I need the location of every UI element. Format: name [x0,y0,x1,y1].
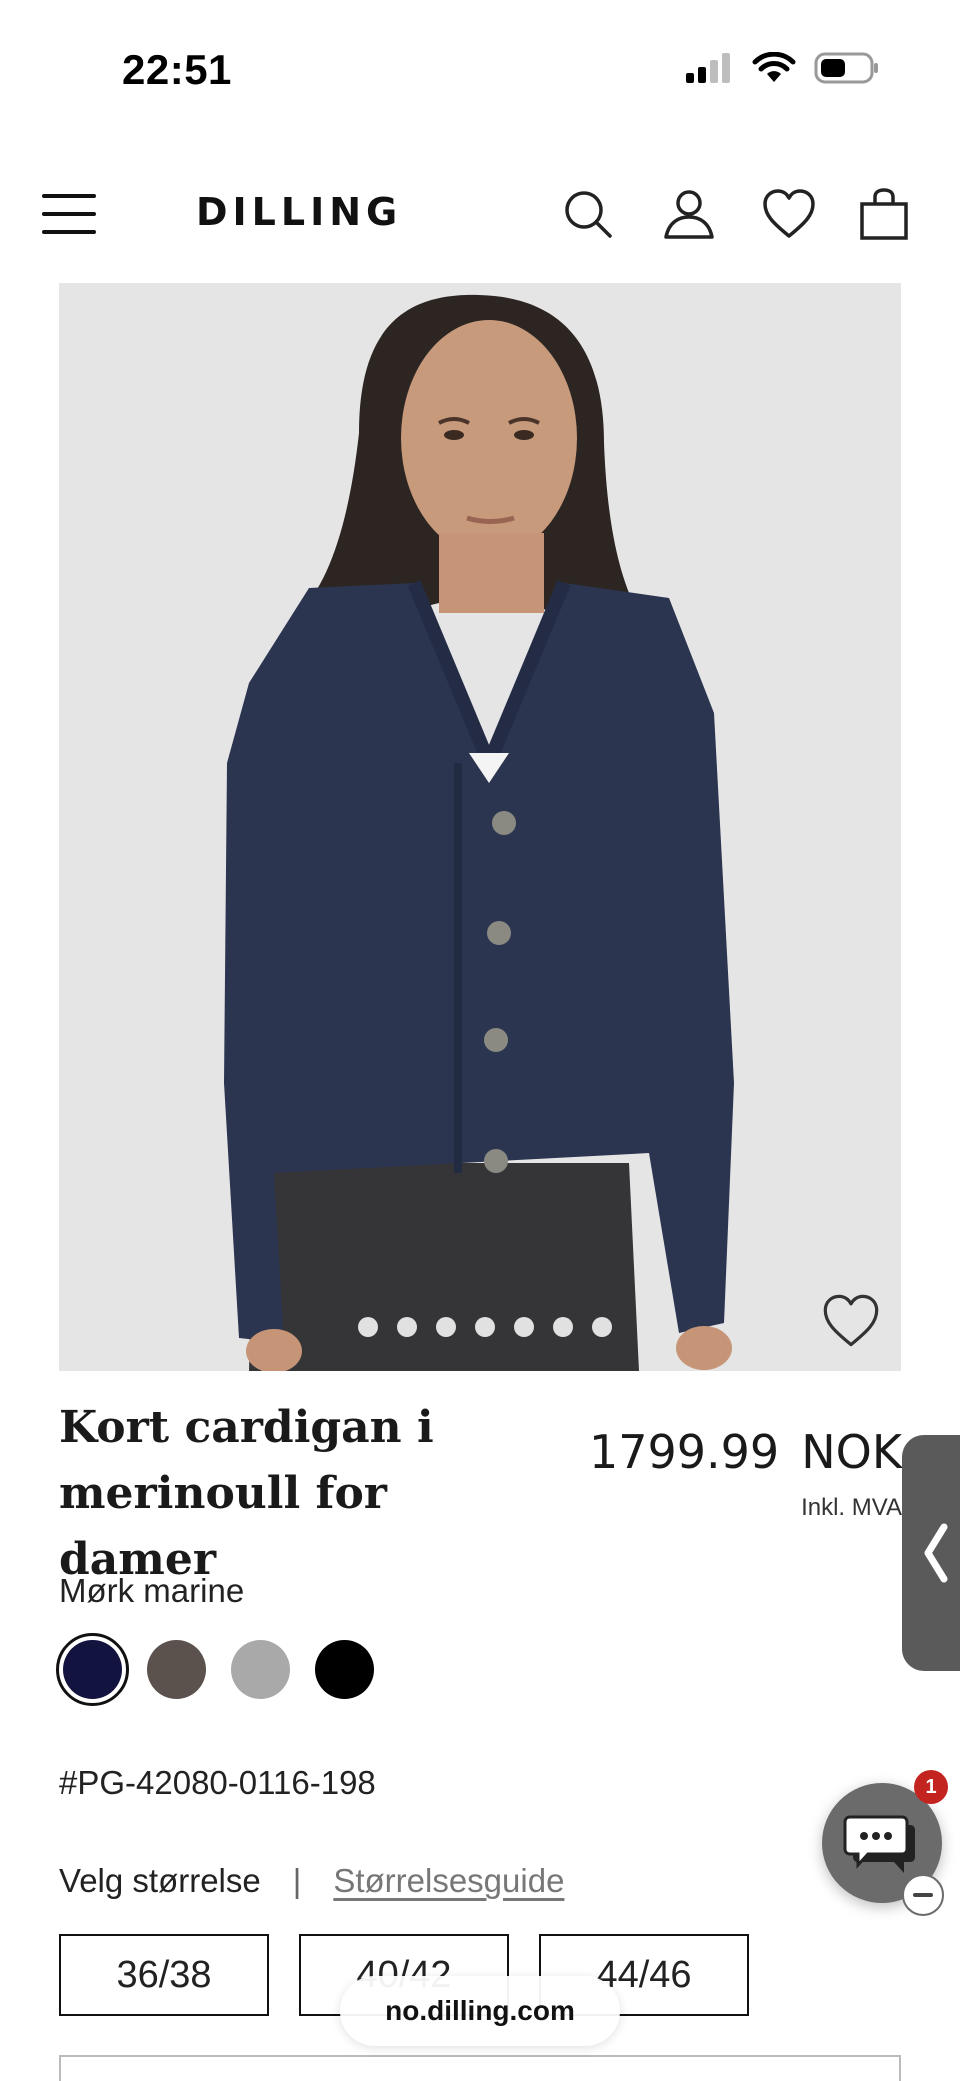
product-photo [59,283,901,1371]
color-swatch-brown[interactable] [147,1640,206,1699]
selected-color-name: Mørk marine [59,1572,245,1609]
color-swatches [56,1633,374,1706]
add-to-wishlist-heart-icon[interactable] [821,1291,881,1351]
size-guide-link[interactable]: Størrelsesguide [333,1862,564,1900]
chat-notification-badge: 1 [914,1770,948,1804]
carousel-dot[interactable] [553,1317,573,1337]
wishlist-heart-icon[interactable] [761,186,817,242]
wifi-icon [752,52,796,82]
carousel-dots [59,1317,901,1337]
product-price: 1799.99 NOK [589,1425,902,1479]
shopping-bag-icon[interactable] [856,186,912,242]
minus-icon [913,1893,933,1897]
size-option-button[interactable]: 36/38 [59,1934,269,2016]
vat-note: Inkl. MVA [801,1494,902,1521]
side-panel-tab[interactable] [902,1435,960,1671]
product-sku: #PG-42080-0116-198 [59,1764,376,1801]
price-currency: NOK [801,1425,902,1479]
product-title: Kort cardigan i merinoull for damer [59,1402,434,1585]
chat-minimize-button[interactable] [902,1874,944,1916]
user-icon[interactable] [661,186,717,242]
carousel-dot[interactable] [436,1317,456,1337]
carousel-dot[interactable] [514,1317,534,1337]
size-separator: | [292,1862,302,1899]
price-amount: 1799.99 [588,1425,780,1479]
site-logo[interactable]: DILLING [196,190,402,234]
status-time: 22:51 [122,46,232,93]
product-image[interactable] [59,283,901,1371]
status-bar: 22:51 [0,0,960,140]
carousel-dot[interactable] [475,1317,495,1337]
color-swatch-dark-navy[interactable] [56,1633,129,1706]
cellular-signal-icon [686,53,730,83]
size-selector-header: Velg størrelse | Størrelsesguide [59,1862,564,1900]
site-header: DILLING [0,170,960,260]
carousel-dot[interactable] [592,1317,612,1337]
size-label: Velg størrelse [59,1862,261,1899]
chevron-left-icon [924,1523,948,1583]
battery-icon [814,52,878,84]
browser-url-bar[interactable]: no.dilling.com [340,1976,620,2046]
status-icons [686,52,880,84]
color-swatch-grey[interactable] [231,1640,290,1699]
color-swatch-black[interactable] [315,1640,374,1699]
menu-button[interactable] [42,192,98,234]
menu-icon [42,194,96,198]
carousel-dot[interactable] [397,1317,417,1337]
search-icon[interactable] [560,186,616,242]
add-to-cart-button[interactable] [59,2055,901,2081]
carousel-dot[interactable] [358,1317,378,1337]
